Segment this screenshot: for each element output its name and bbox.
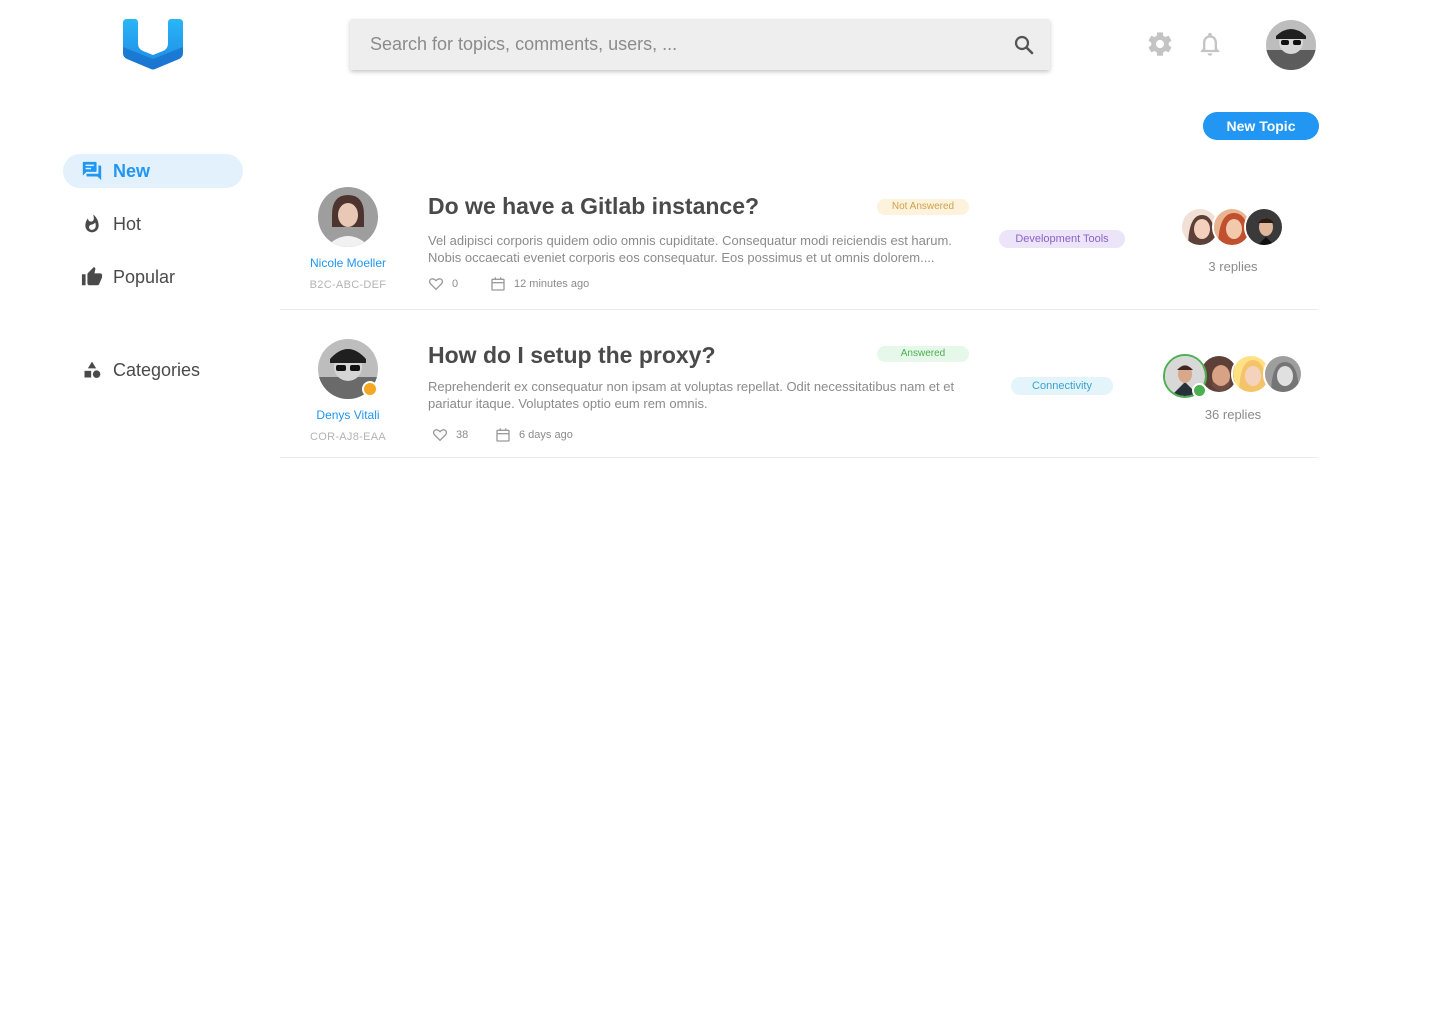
replier-avatar-accepted <box>1163 354 1207 398</box>
author-name[interactable]: Nicole Moeller <box>288 256 408 270</box>
thumb-up-icon <box>80 265 104 289</box>
search-input[interactable] <box>350 19 990 70</box>
check-icon <box>1192 383 1207 398</box>
topic-date: 6 days ago <box>495 427 573 443</box>
topic-title[interactable]: How do I setup the proxy? <box>428 342 716 369</box>
replier-avatars[interactable] <box>1180 207 1284 247</box>
sidebar-item-label: Hot <box>113 213 142 234</box>
heart-icon <box>432 429 448 442</box>
topic-excerpt: Vel adipisci corporis quidem odio omnis … <box>428 233 952 265</box>
category-tag[interactable]: Connectivity <box>1011 377 1113 395</box>
like-count: 38 <box>456 429 469 441</box>
shapes-icon <box>80 358 104 382</box>
status-badge: Answered <box>877 346 969 362</box>
author-avatar[interactable] <box>318 339 378 399</box>
new-topic-button[interactable]: New Topic <box>1203 112 1319 140</box>
sidebar-item-label: Popular <box>113 266 176 287</box>
replier-avatar <box>1263 354 1303 394</box>
topic-row[interactable]: Nicole Moeller B2C-ABC-DEF Do we have a … <box>280 170 1318 310</box>
author-code: B2C-ABC-DEF <box>309 279 387 291</box>
sidebar-item-hot[interactable]: Hot <box>63 207 243 241</box>
star-badge-icon <box>362 381 378 397</box>
sidebar-item-new[interactable]: New <box>63 154 243 188</box>
sidebar-item-label: New <box>113 160 151 181</box>
topic-row[interactable]: Denys Vitali COR-AJ8-EAA How do I setup … <box>280 310 1318 458</box>
sidebar-item-categories[interactable]: Categories <box>63 353 243 387</box>
author-name[interactable]: Denys Vitali <box>288 408 408 422</box>
user-avatar[interactable] <box>1266 20 1316 70</box>
search-icon[interactable] <box>1012 33 1036 57</box>
like-count: 0 <box>452 278 459 290</box>
topic-excerpt: Reprehenderit ex consequatur non ipsam a… <box>428 379 955 411</box>
forum-icon <box>80 159 104 183</box>
gear-icon[interactable] <box>1146 30 1174 58</box>
heart-icon <box>428 278 444 291</box>
topic-likes[interactable]: 0 <box>428 276 458 292</box>
category-tag[interactable]: Development Tools <box>999 230 1125 248</box>
topic-likes[interactable]: 38 <box>432 427 468 443</box>
search-bar <box>350 19 1050 70</box>
topic-time: 12 minutes ago <box>514 278 590 290</box>
topic-author: Denys Vitali COR-AJ8-EAA <box>288 339 408 443</box>
replier-avatar <box>1244 207 1284 247</box>
sidebar-item-label: Categories <box>113 359 201 380</box>
user-avatar-image <box>1266 20 1316 70</box>
bell-icon[interactable] <box>1196 30 1224 58</box>
topic-date: 12 minutes ago <box>490 276 589 292</box>
topic-title[interactable]: Do we have a Gitlab instance? <box>428 193 759 220</box>
topic-time: 6 days ago <box>519 429 573 441</box>
replier-avatars[interactable] <box>1163 354 1303 398</box>
flame-icon <box>80 212 104 236</box>
status-badge: Not Answered <box>877 199 969 215</box>
topic-author: Nicole Moeller B2C-ABC-DEF <box>288 187 408 291</box>
author-avatar[interactable] <box>318 187 378 247</box>
calendar-icon <box>496 428 510 442</box>
app-logo[interactable] <box>121 17 185 71</box>
reply-count[interactable]: 3 replies <box>1173 259 1293 274</box>
reply-count[interactable]: 36 replies <box>1173 407 1293 422</box>
calendar-icon <box>491 277 505 291</box>
sidebar-item-popular[interactable]: Popular <box>63 260 243 294</box>
author-code: COR-AJ8-EAA <box>309 431 387 443</box>
